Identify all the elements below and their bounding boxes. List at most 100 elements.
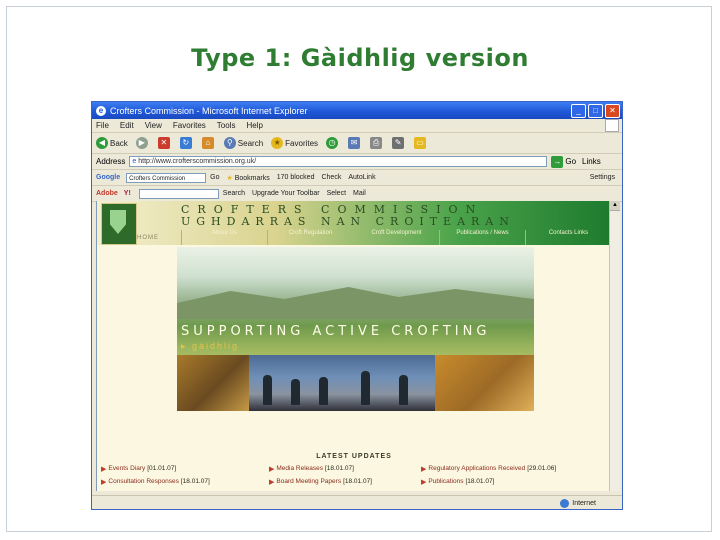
mail-icon: ✉ <box>348 137 361 149</box>
site-header: HOME CROFTERS COMMISSION UGHDARRAS NAN C… <box>97 201 611 245</box>
update-link: Regulatory Applications Received <box>428 465 526 472</box>
nav-publications-news[interactable]: Publications / News <box>439 230 525 245</box>
menu-view[interactable]: View <box>145 121 162 130</box>
star-icon: ★ <box>226 174 233 182</box>
address-url: http://www.crofterscommission.org.uk/ <box>138 158 257 165</box>
menu-tools[interactable]: Tools <box>217 121 236 130</box>
minimize-button[interactable]: _ <box>571 103 586 118</box>
go-button[interactable]: → Go <box>551 155 576 168</box>
yahoo-icon: Y! <box>123 190 131 197</box>
person-figure <box>291 379 300 405</box>
stop-button[interactable]: ✕ <box>157 137 172 149</box>
update-item[interactable]: ▶ Board Meeting Papers [18.01.07] <box>269 476 421 487</box>
update-date: [18.01.07] <box>343 478 372 485</box>
nav-about-us[interactable]: About Us <box>181 230 267 245</box>
hero-tagline: SUPPORTING ACTIVE CROFTING <box>181 324 491 339</box>
mail-button[interactable]: ✉ <box>348 137 362 149</box>
status-bar: Internet <box>92 495 622 509</box>
person-figure <box>263 375 272 405</box>
nav-croft-regulation[interactable]: Croft Regulation <box>267 230 353 245</box>
print-button[interactable]: ⎙ <box>370 137 384 149</box>
update-date: [18.01.07] <box>180 478 210 485</box>
home-icon: ⌂ <box>201 137 214 149</box>
forward-button[interactable]: ▶ <box>135 137 150 149</box>
ie-icon: e <box>96 105 106 116</box>
update-item[interactable]: ▶ Publications [18.01.07] <box>421 476 611 487</box>
update-item[interactable]: ▶ Consultation Responses [18.01.07] <box>101 476 269 487</box>
edit-button[interactable]: ✎ <box>392 137 406 149</box>
adobe-toolbar: Adobe Y! Search Upgrade Your Toolbar Sel… <box>92 186 622 202</box>
bookmarks-button[interactable]: ★ Bookmarks <box>226 174 269 182</box>
update-date: [29.01.06] <box>527 465 557 472</box>
home-button[interactable]: ⌂ <box>201 137 216 149</box>
google-search-input[interactable]: Crofters Commission <box>126 172 207 183</box>
edit-icon: ✎ <box>392 137 405 149</box>
search-label: Search <box>237 138 264 148</box>
bullet-arrow-icon: ▶ <box>421 478 427 486</box>
site-nav: About Us Croft Regulation Croft Developm… <box>181 230 611 245</box>
menu-file[interactable]: File <box>96 121 109 130</box>
upgrade-toolbar-button[interactable]: Upgrade Your Toolbar <box>252 190 320 197</box>
google-logo: Google <box>96 174 121 181</box>
update-item[interactable]: ▶ Media Releases [18.01.07] <box>269 463 421 474</box>
stop-icon: ✕ <box>157 137 170 149</box>
sheep-photo <box>435 355 534 411</box>
history-button[interactable]: ◷ <box>326 137 340 149</box>
update-item[interactable]: ▶ Events Diary [01.01.07] <box>101 463 269 474</box>
window-title: Crofters Commission - Microsoft Internet… <box>110 105 308 116</box>
vertical-scrollbar[interactable]: ▲ <box>609 201 620 491</box>
update-item[interactable]: ▶ Regulatory Applications Received [29.01.… <box>421 463 611 474</box>
brand-gaelic: UGHDARRAS NAN CROITEARAN <box>181 215 515 228</box>
google-toolbar: Google Crofters Commission Go ★ Bookmark… <box>92 170 622 186</box>
google-go-button[interactable]: Go <box>210 174 219 181</box>
cattle-photo <box>177 355 249 411</box>
search-icon: ⚲ <box>223 137 236 149</box>
person-figure <box>399 375 408 405</box>
person-figure <box>361 371 370 405</box>
refresh-icon: ↻ <box>179 137 192 149</box>
browser-window: e Crofters Commission - Microsoft Intern… <box>91 101 623 510</box>
back-label: Back <box>110 138 128 148</box>
address-label: Address <box>96 157 126 166</box>
select-button[interactable]: Select <box>327 190 346 197</box>
globe-icon <box>560 498 570 508</box>
refresh-button[interactable]: ↻ <box>179 137 194 149</box>
nav-croft-development[interactable]: Croft Development <box>353 230 439 245</box>
crofters-crest-logo[interactable] <box>101 203 137 245</box>
yahoo-search-button[interactable]: Search <box>223 190 245 197</box>
folder-button[interactable]: ▭ <box>414 137 428 149</box>
update-date: [18.01.07] <box>325 465 354 472</box>
home-link[interactable]: HOME <box>137 235 159 241</box>
hero-banner: SUPPORTING ACTIVE CROFTING ▸ gàidhlig <box>177 247 534 411</box>
address-input[interactable]: e http://www.crofterscommission.org.uk/ <box>129 156 548 167</box>
scroll-up-icon[interactable]: ▲ <box>610 201 620 211</box>
menu-favorites[interactable]: Favorites <box>173 121 206 130</box>
yahoo-search-input[interactable] <box>138 188 219 199</box>
bookmarks-label: Bookmarks <box>234 174 270 182</box>
check-button[interactable]: Check <box>321 174 341 181</box>
settings-button[interactable]: Settings <box>590 174 615 181</box>
close-button[interactable]: ✕ <box>605 103 620 118</box>
menu-edit[interactable]: Edit <box>120 121 134 130</box>
nav-contacts-links[interactable]: Contacts Links <box>525 230 611 245</box>
search-button[interactable]: ⚲ Search <box>223 137 264 149</box>
back-button[interactable]: ◀ Back <box>96 137 128 149</box>
crofters-photo <box>249 355 435 411</box>
autolink-button[interactable]: AutoLink <box>348 174 375 181</box>
bullet-arrow-icon: ▶ <box>269 478 275 486</box>
hills-image <box>177 287 534 319</box>
bullet-arrow-icon: ▶ <box>421 465 427 473</box>
go-arrow-icon: → <box>551 155 564 168</box>
maximize-button[interactable]: □ <box>588 103 603 118</box>
gaelic-language-link[interactable]: ▸ gàidhlig <box>181 341 239 352</box>
mail-link[interactable]: Mail <box>353 190 366 197</box>
forward-arrow-icon: ▶ <box>135 137 148 149</box>
popup-blocker-button[interactable]: 170 blocked <box>277 174 315 181</box>
menu-help[interactable]: Help <box>246 121 262 130</box>
slide-title: Type 1: Gàidhlig version <box>191 44 529 72</box>
standard-toolbar: ◀ Back ▶ ✕ ↻ ⌂ ⚲ Search ★ Favorites ◷ ✉ <box>92 133 622 154</box>
update-link: Media Releases <box>276 465 323 472</box>
links-label[interactable]: Links <box>582 157 601 166</box>
favorites-button[interactable]: ★ Favorites <box>271 137 318 149</box>
bullet-arrow-icon: ▶ <box>101 465 107 473</box>
